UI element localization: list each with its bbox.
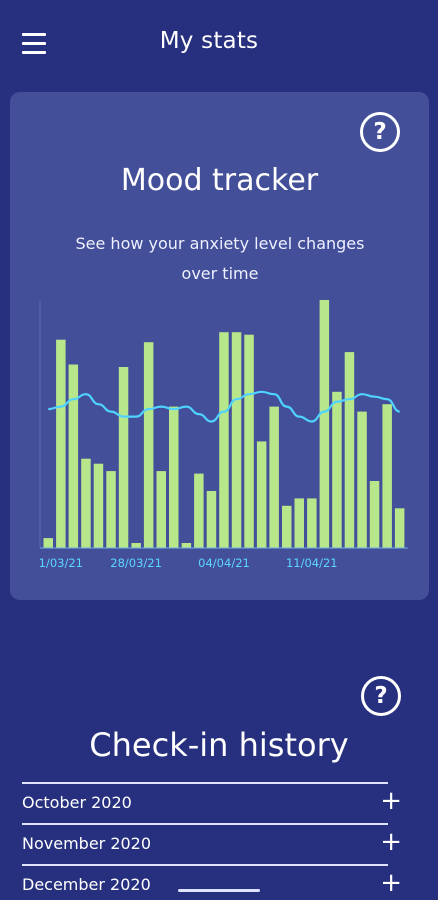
chart-bar [106,471,116,548]
chart-bar [307,498,317,548]
chart-bar [394,508,405,548]
chart-bar [282,505,292,548]
check-in-history-help-button[interactable]: ? [361,676,401,716]
chart-bar [181,543,192,548]
chart-bar [256,441,267,548]
chart-x-tick-label: 04/04/21 [198,556,250,570]
history-month-label: October 2020 [22,793,132,812]
chart-bar [43,538,53,548]
chart-bar [344,352,355,548]
chart-bar [382,404,392,548]
chart-bar [131,543,141,548]
page-title: My stats [159,28,259,54]
chart-x-tick-label: 28/03/21 [110,556,162,570]
chart-bar [68,364,79,548]
chart-bar [219,332,229,548]
expand-plus-icon[interactable]: + [380,827,402,857]
top-app-bar: My stats [0,0,438,86]
chart-bar [81,458,91,548]
chart-bar [332,391,342,548]
chart-bar [206,491,217,548]
anxiety-level-chart: 1/03/21 28/03/21 04/04/21 11/04/21 [39,300,408,570]
chart-bar [369,481,380,548]
home-indicator [178,889,260,892]
chart-bar [194,473,204,548]
check-in-history-title: Check-in history [89,726,349,764]
chart-bar [244,334,254,548]
mood-tracker-card: ? Mood tracker See how your anxiety leve… [10,92,429,600]
chart-bar [93,463,104,548]
expand-plus-icon[interactable]: + [380,786,402,816]
chart-bar [294,498,304,548]
history-month-label: November 2020 [22,834,152,853]
chart-bar [231,332,242,548]
chart-bar [56,339,66,548]
chart-bar [118,367,129,548]
my-stats-screen: My stats ? Mood tracker See how your anx… [0,0,438,900]
chart-bar [319,300,330,548]
chart-x-tick-label: 11/04/21 [286,556,338,570]
chart-bar [357,411,367,548]
history-month-row[interactable]: December 2020 + [22,864,402,900]
chart-bar [143,342,154,548]
check-in-history-list: October 2020 + November 2020 + December … [22,782,402,900]
chart-x-tick-label: 1/03/21 [39,556,83,570]
chart-bar [269,406,279,548]
expand-plus-icon[interactable]: + [380,868,402,898]
history-month-row[interactable]: November 2020 + [22,823,402,864]
history-month-label: December 2020 [22,875,151,894]
chart-bar [156,471,166,548]
chart-bar [169,406,179,548]
history-month-row[interactable]: October 2020 + [22,782,402,823]
